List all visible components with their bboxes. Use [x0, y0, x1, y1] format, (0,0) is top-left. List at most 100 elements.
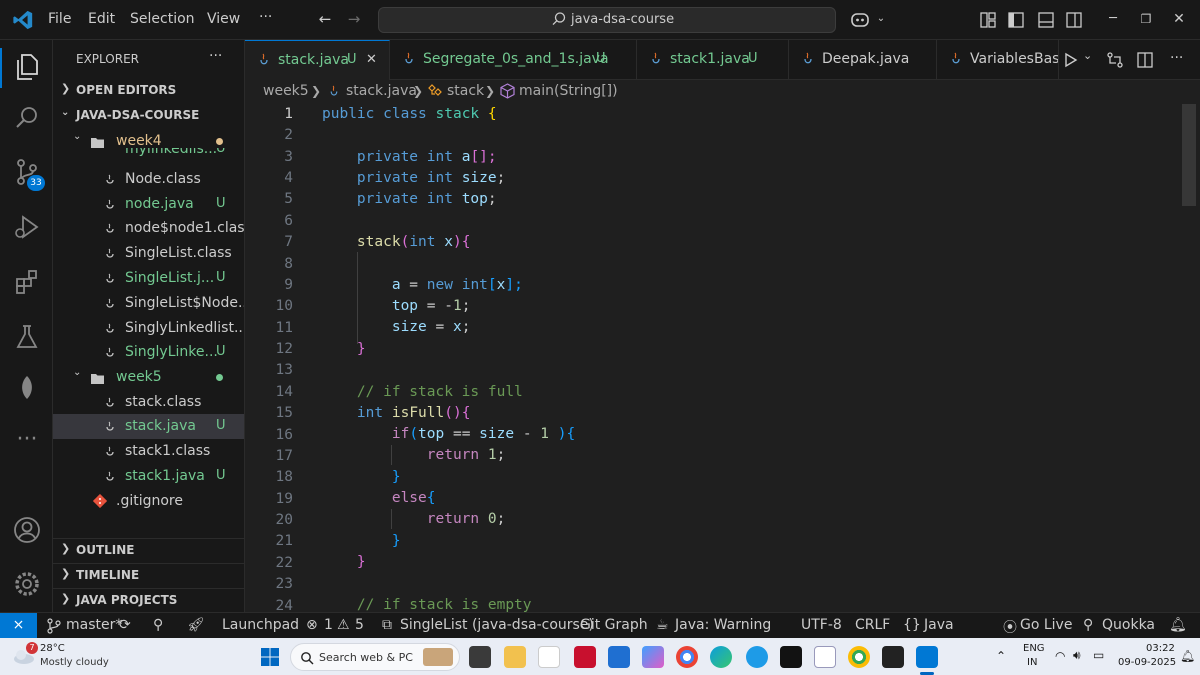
intellij-icon[interactable] — [780, 646, 802, 668]
java-projects-section[interactable]: ❯ JAVA PROJECTS — [53, 588, 244, 610]
copilot-icon[interactable] — [850, 11, 870, 29]
more-actions-icon[interactable]: ··· — [1170, 50, 1183, 66]
chrome-profile-icon[interactable] — [848, 646, 870, 668]
explorer-icon[interactable] — [12, 52, 42, 82]
file-mylinkedlist[interactable]: mylinkedlis... U — [53, 148, 244, 164]
folder-week5[interactable]: ⌄ week5 — [53, 365, 244, 390]
file-singlelist-node-class[interactable]: SingleList$Node... — [53, 291, 244, 316]
file-stack1-class[interactable]: stack1.class — [53, 439, 244, 464]
weather-temp[interactable]: 28°C — [40, 643, 65, 654]
file-singlylinkedlist-java[interactable]: SinglyLinke... U — [53, 340, 244, 365]
file-singlylinkedlist-class[interactable]: SinglyLinkedlist.... — [53, 316, 244, 341]
breadcrumb-file[interactable]: stack.java — [346, 83, 417, 99]
java-project-status[interactable]: SingleList (java-dsa-course) — [400, 617, 594, 633]
github-desktop-icon[interactable] — [882, 646, 904, 668]
golive-button[interactable]: Go Live — [1020, 617, 1072, 633]
menu-more[interactable]: ··· — [259, 9, 272, 25]
close-tab-icon[interactable]: ✕ — [366, 52, 377, 67]
file-stack-class[interactable]: stack.class — [53, 390, 244, 415]
forward-arrow-icon[interactable]: → — [345, 10, 363, 28]
extensions-icon[interactable] — [12, 267, 42, 297]
tab-variablesbasics[interactable]: VariablesBasi — [937, 40, 1059, 80]
file-singlelist-java[interactable]: SingleList.j... U — [53, 266, 244, 291]
tab-stack1-java[interactable]: stack1.java U — [637, 40, 789, 80]
project-section[interactable]: ⌄ JAVA-DSA-COURSE — [53, 104, 244, 126]
menu-selection[interactable]: Selection — [130, 11, 195, 27]
file-gitignore[interactable]: .gitignore — [53, 489, 244, 514]
explorer-more-icon[interactable]: ··· — [209, 48, 222, 64]
close-window-icon[interactable]: ✕ — [1170, 10, 1188, 28]
minimize-icon[interactable]: ─ — [1104, 10, 1122, 28]
chevron-down-icon[interactable]: ⌄ — [872, 10, 890, 28]
compare-changes-icon[interactable] — [1106, 51, 1124, 69]
run-icon[interactable] — [1064, 52, 1078, 68]
run-debug-icon[interactable] — [12, 212, 42, 242]
store-icon[interactable] — [608, 646, 630, 668]
volume-icon[interactable]: 🔊︎ — [1073, 648, 1081, 663]
mcafee-icon[interactable] — [574, 646, 596, 668]
battery-icon[interactable]: ▭ — [1093, 648, 1104, 662]
vscode-taskbar-icon[interactable] — [916, 646, 938, 668]
edge-icon[interactable] — [710, 646, 732, 668]
copilot-app-icon[interactable] — [642, 646, 664, 668]
windows-start-icon[interactable] — [260, 647, 280, 667]
language-region[interactable]: IN — [1027, 657, 1037, 668]
tab-stack-java[interactable]: stack.java U ✕ — [245, 40, 390, 80]
tray-chevron-up-icon[interactable]: ⌃ — [996, 649, 1006, 663]
remote-indicator-icon[interactable]: ⨯ — [0, 613, 37, 639]
tab-deepak-java[interactable]: Deepak.java — [789, 40, 937, 80]
toggle-sidebar-icon[interactable] — [1007, 11, 1025, 29]
wifi-icon[interactable]: ◠ — [1055, 649, 1065, 663]
more-views-icon[interactable]: ··· — [12, 429, 42, 460]
chrome-icon[interactable] — [676, 646, 698, 668]
mongodb-leaf-icon[interactable] — [12, 373, 42, 403]
file-explorer-icon[interactable] — [504, 646, 526, 668]
branch-name[interactable]: master* — [66, 617, 122, 633]
testing-flask-icon[interactable] — [12, 322, 42, 352]
weather-app-icon[interactable] — [746, 646, 768, 668]
sync-icon[interactable]: ⟳ — [119, 617, 131, 633]
pycharm-icon[interactable] — [814, 646, 836, 668]
eol-select[interactable]: CRLF — [855, 617, 890, 633]
menu-file[interactable]: File — [48, 11, 71, 27]
tab-segregate[interactable]: Segregate_0s_and_1s.java U — [390, 40, 637, 80]
file-stack-java[interactable]: stack.java U — [53, 414, 244, 439]
error-icon[interactable]: ⊗ — [306, 617, 318, 633]
taskbar-search-box[interactable]: Search web & PC — [290, 643, 460, 671]
clock-date[interactable]: 09-09-2025 — [1118, 657, 1176, 668]
customize-layout-icon[interactable] — [979, 11, 997, 29]
settings-gear-icon[interactable] — [12, 569, 42, 599]
git-graph-button[interactable]: Git Graph — [580, 617, 648, 633]
file-stack1-java[interactable]: stack1.java U — [53, 464, 244, 489]
warning-icon[interactable]: ⚠ — [337, 617, 350, 633]
split-editor-icon[interactable] — [1136, 51, 1154, 69]
toggle-secondary-sidebar-icon[interactable] — [1065, 11, 1083, 29]
file-node-java[interactable]: node.java U — [53, 192, 244, 217]
open-editors-section[interactable]: ❯ OPEN EDITORS — [53, 79, 244, 101]
toggle-panel-icon[interactable] — [1037, 11, 1055, 29]
back-arrow-icon[interactable]: ← — [316, 10, 334, 28]
run-chevron-down-icon[interactable]: ⌄ — [1083, 49, 1092, 62]
search-view-icon[interactable] — [12, 103, 42, 133]
editor-scrollbar[interactable] — [1182, 104, 1196, 206]
code-editor[interactable]: 1 2 3 4 5 6 7 8 9 10 11 12 13 14 15 16 17 18 19 20 21 22 23 24 … — [245, 102, 1200, 612]
error-count[interactable]: 1 — [324, 617, 333, 633]
breadcrumb-method[interactable]: main(String[]) — [519, 83, 618, 99]
breadcrumb-folder[interactable]: week5 — [263, 83, 309, 99]
breadcrumb-class[interactable]: stack — [447, 83, 484, 99]
git-compare-icon[interactable]: ⚲ — [153, 617, 163, 633]
restore-icon[interactable]: ❐ — [1137, 10, 1155, 28]
java-warning-status[interactable]: Java: Warning — [675, 617, 771, 633]
quokka-button[interactable]: Quokka — [1102, 617, 1155, 633]
encoding-select[interactable]: UTF-8 — [801, 617, 842, 633]
outline-section[interactable]: ❯ OUTLINE — [53, 538, 244, 560]
notifications-bell-icon[interactable]: 🔔︎ — [1169, 617, 1187, 633]
weather-desc[interactable]: Mostly cloudy — [40, 657, 109, 668]
language-indicator[interactable]: ENG — [1023, 643, 1045, 654]
warning-count[interactable]: 5 — [355, 617, 364, 633]
account-icon[interactable] — [12, 515, 42, 545]
task-view-icon[interactable] — [469, 646, 491, 668]
file-node-node1-class[interactable]: node$node1.class — [53, 216, 244, 241]
language-mode[interactable]: Java — [924, 617, 954, 633]
clock-time[interactable]: 03:22 — [1146, 643, 1175, 654]
